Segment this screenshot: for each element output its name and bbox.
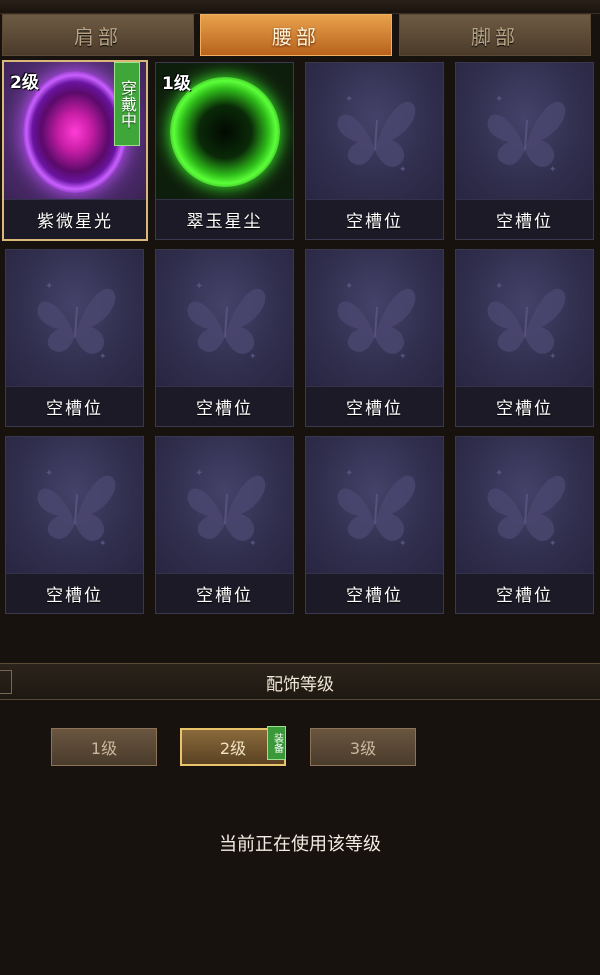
equipped-badge: 装备 [267, 726, 286, 760]
svg-text:✦: ✦ [399, 352, 407, 362]
svg-text:✦: ✦ [99, 352, 107, 362]
slot-name: 空槽位 [456, 386, 593, 426]
section-title: 配饰等级 [266, 675, 334, 695]
svg-text:✦: ✦ [249, 352, 257, 362]
butterfly-placeholder-icon: ✦ ✦ [325, 80, 425, 184]
slot-name: 空槽位 [6, 573, 143, 613]
svg-text:✦: ✦ [549, 352, 557, 362]
svg-text:✦: ✦ [495, 468, 503, 479]
top-frame [0, 0, 600, 14]
slot-picture: ✦ ✦ [456, 437, 593, 574]
tab-waist[interactable]: 腰部 [200, 14, 392, 56]
status-text: 当前正在使用该等级 [219, 834, 381, 855]
wearing-badge: 穿戴中 [114, 62, 140, 146]
butterfly-placeholder-icon: ✦ ✦ [25, 454, 125, 558]
svg-text:✦: ✦ [345, 281, 353, 292]
svg-text:✦: ✦ [495, 281, 503, 292]
section-header: 配饰等级 [0, 663, 600, 700]
accessory-slot-grid: 2级 穿戴中 紫微星光 1级 翠玉星尘 ✦ ✦ 空槽位 ✦ ✦ 空槽位 ✦ ✦ 空槽位 ✦ ✦ 空槽位… [0, 60, 600, 620]
accessory-slot[interactable]: ✦ ✦ 空槽位 [5, 249, 144, 427]
butterfly-placeholder-icon: ✦ ✦ [475, 267, 575, 371]
tab-shoulder[interactable]: 肩部 [2, 14, 194, 56]
accessory-slot[interactable]: 1级 翠玉星尘 [155, 62, 294, 240]
slot-level-label: 1级 [162, 74, 191, 94]
butterfly-placeholder-icon: ✦ ✦ [175, 454, 275, 558]
slot-name: 空槽位 [456, 573, 593, 613]
accessory-slot[interactable]: ✦ ✦ 空槽位 [305, 249, 444, 427]
slot-picture: ✦ ✦ [456, 63, 593, 200]
svg-text:✦: ✦ [549, 539, 557, 549]
accessory-slot[interactable]: ✦ ✦ 空槽位 [5, 436, 144, 614]
svg-text:✦: ✦ [345, 94, 353, 105]
category-tabs: 肩部 腰部 脚部 [0, 14, 600, 58]
accessory-slot[interactable]: ✦ ✦ 空槽位 [455, 436, 594, 614]
slot-picture: ✦ ✦ [6, 437, 143, 574]
svg-text:✦: ✦ [195, 468, 203, 479]
slot-name: 空槽位 [456, 199, 593, 239]
butterfly-placeholder-icon: ✦ ✦ [325, 267, 425, 371]
svg-text:✦: ✦ [45, 468, 53, 479]
accessory-slot[interactable]: ✦ ✦ 空槽位 [455, 249, 594, 427]
butterfly-placeholder-icon: ✦ ✦ [25, 267, 125, 371]
butterfly-placeholder-icon: ✦ ✦ [475, 454, 575, 558]
svg-text:✦: ✦ [195, 281, 203, 292]
slot-picture: ✦ ✦ [156, 437, 293, 574]
accessory-slot[interactable]: ✦ ✦ 空槽位 [305, 436, 444, 614]
butterfly-placeholder-icon: ✦ ✦ [175, 267, 275, 371]
slot-picture: ✦ ✦ [306, 437, 443, 574]
tab-feet[interactable]: 脚部 [399, 14, 591, 56]
svg-text:✦: ✦ [345, 468, 353, 479]
butterfly-placeholder-icon: ✦ ✦ [325, 454, 425, 558]
slot-picture: ✦ ✦ [456, 250, 593, 387]
slot-name: 空槽位 [306, 573, 443, 613]
svg-text:✦: ✦ [399, 539, 407, 549]
accessory-slot[interactable]: 2级 穿戴中 紫微星光 [2, 60, 148, 241]
slot-picture: ✦ ✦ [156, 250, 293, 387]
slot-name: 空槽位 [306, 386, 443, 426]
svg-text:✦: ✦ [249, 539, 257, 549]
accessory-slot[interactable]: ✦ ✦ 空槽位 [455, 62, 594, 240]
svg-text:✦: ✦ [99, 539, 107, 549]
svg-text:✦: ✦ [45, 281, 53, 292]
accessory-slot[interactable]: ✦ ✦ 空槽位 [155, 436, 294, 614]
slot-name: 紫微星光 [4, 199, 146, 239]
level-1-button[interactable]: 1级 [51, 728, 157, 766]
slot-name: 翠玉星尘 [156, 199, 293, 239]
slot-picture: ✦ ✦ [6, 250, 143, 387]
slot-name: 空槽位 [6, 386, 143, 426]
slot-name: 空槽位 [156, 386, 293, 426]
svg-text:✦: ✦ [549, 165, 557, 175]
svg-text:✦: ✦ [495, 94, 503, 105]
butterfly-placeholder-icon: ✦ ✦ [475, 80, 575, 184]
slot-name: 空槽位 [306, 199, 443, 239]
accessory-slot[interactable]: ✦ ✦ 空槽位 [305, 62, 444, 240]
slot-picture: ✦ ✦ [306, 63, 443, 200]
slot-picture: ✦ ✦ [306, 250, 443, 387]
slot-level-label: 2级 [10, 73, 39, 93]
level-3-button[interactable]: 3级 [310, 728, 416, 766]
svg-text:✦: ✦ [399, 165, 407, 175]
accessory-slot[interactable]: ✦ ✦ 空槽位 [155, 249, 294, 427]
slot-name: 空槽位 [156, 573, 293, 613]
